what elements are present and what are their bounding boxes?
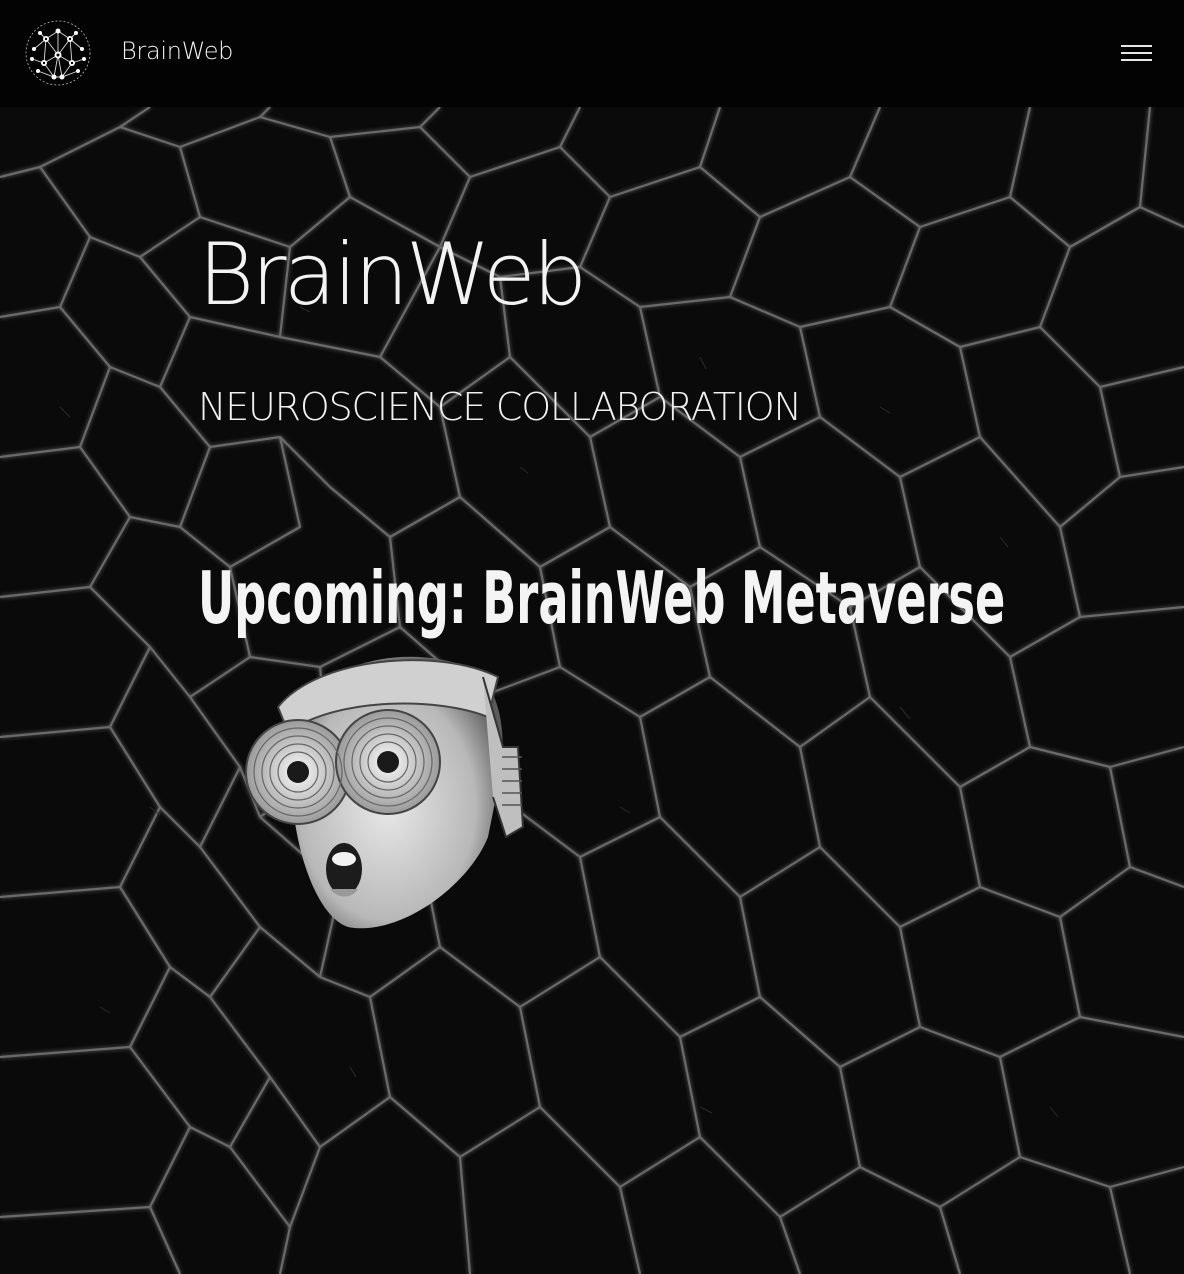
neural-network-sphere-icon[interactable]	[24, 19, 92, 87]
hero-title: BrainWeb	[198, 225, 587, 325]
navbar: BrainWeb	[0, 0, 1184, 107]
vr-goggles-head-illustration	[245, 656, 525, 929]
hamburger-menu-icon[interactable]	[1114, 38, 1158, 68]
hero-section: BrainWeb NEUROSCIENCE COLLABORATION Upco…	[0, 107, 1184, 1274]
brand-name[interactable]: BrainWeb	[121, 36, 233, 66]
hero-announcement[interactable]: Upcoming: BrainWeb Metaverse	[198, 553, 1005, 643]
hero-subtitle: NEUROSCIENCE COLLABORATION	[198, 385, 802, 429]
voronoi-background	[0, 107, 1184, 1274]
